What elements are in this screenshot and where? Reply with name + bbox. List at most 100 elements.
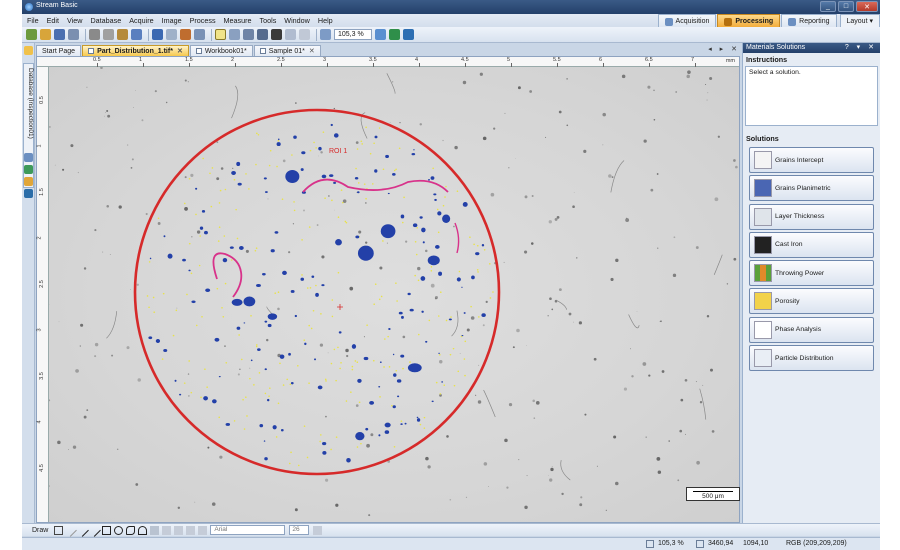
background-speck — [319, 343, 324, 347]
menu-view[interactable]: View — [67, 16, 82, 25]
redo-icon[interactable] — [166, 29, 177, 40]
zoom-out-icon[interactable] — [320, 29, 331, 40]
panel-controls[interactable]: ? ▾ ✕ — [845, 43, 877, 53]
fill-color-icon[interactable] — [150, 525, 160, 535]
solution-cast-iron[interactable]: Cast Iron — [749, 231, 874, 258]
open-folder-icon[interactable] — [40, 29, 51, 40]
maximize-button[interactable]: □ — [838, 1, 854, 12]
fit-to-window-icon[interactable] — [389, 29, 400, 40]
close-window-button[interactable]: ✕ — [856, 1, 878, 12]
solution-porosity[interactable]: Porosity — [749, 288, 874, 315]
image-icon[interactable] — [131, 29, 142, 40]
background-speck — [425, 456, 429, 461]
polygon-tool-icon[interactable] — [126, 525, 136, 535]
rectangle-select-icon[interactable] — [229, 29, 240, 40]
menu-acquire[interactable]: Acquire — [129, 16, 153, 25]
arrow-tool-icon[interactable] — [88, 523, 102, 537]
rectangle-tool-icon[interactable] — [102, 525, 112, 535]
select-arrow-icon[interactable] — [215, 29, 226, 40]
tab-scroll-controls[interactable]: ◂ ▸ ✕ — [708, 45, 740, 53]
close-tab-icon[interactable]: ✕ — [177, 47, 183, 55]
solution-grains-intercept[interactable]: Grains Intercept — [749, 147, 874, 173]
save-all-icon[interactable] — [68, 29, 79, 40]
copy-icon[interactable] — [103, 29, 114, 40]
menu-help[interactable]: Help — [318, 16, 333, 25]
folder-icon[interactable] — [24, 177, 33, 186]
hand-pan-icon[interactable] — [257, 29, 268, 40]
zoom-level-field[interactable]: 105,3 % — [334, 29, 372, 40]
background-speck — [358, 230, 362, 234]
background-speck — [602, 112, 606, 117]
mode-processing[interactable]: Processing — [717, 14, 781, 28]
pen-color-icon[interactable] — [162, 525, 172, 535]
menu-database[interactable]: Database — [90, 16, 121, 25]
mode-reporting[interactable]: Reporting — [781, 14, 837, 28]
camera-snapshot-icon[interactable] — [180, 29, 191, 40]
print-icon[interactable] — [89, 29, 100, 40]
magnify-icon[interactable] — [243, 29, 254, 40]
solution-layer-thickness[interactable]: Layer Thickness — [749, 203, 874, 230]
ellipse-tool-icon[interactable] — [114, 525, 124, 535]
tab-part-distribution[interactable]: Part_Distribution_1.tif* ✕ — [82, 45, 189, 56]
background-speck — [530, 242, 534, 245]
tab-workbook01[interactable]: Workbook01* — [189, 45, 253, 56]
status-x: 3460,94 — [708, 540, 734, 547]
line-width-icon[interactable] — [186, 525, 196, 535]
detected-particle — [163, 348, 168, 353]
minimize-button[interactable]: _ — [820, 1, 836, 12]
solution-throwing-power[interactable]: Throwing Power — [749, 260, 874, 287]
menu-window[interactable]: Window — [284, 16, 310, 25]
detected-particle — [392, 405, 396, 409]
image-viewer[interactable]: mm 0.5 1 1.5 2 2.5 3 3.5 4 4.5 5 5.5 6 6.5 7 0.5 1 1.5 2… — [36, 56, 740, 523]
zoom-in-icon[interactable] — [375, 29, 386, 40]
small-particle — [401, 221, 404, 224]
solution-phase-analysis[interactable]: Phase Analysis — [749, 316, 874, 343]
gallery-icon[interactable] — [24, 153, 33, 162]
save-icon[interactable] — [54, 29, 65, 40]
font-family-field[interactable]: Arial — [210, 525, 286, 535]
background-speck — [282, 159, 286, 163]
menu-edit[interactable]: Edit — [47, 16, 59, 25]
font-size-field[interactable]: 26 — [289, 525, 310, 535]
menu-tools[interactable]: Tools — [260, 16, 277, 25]
solution-grains-planimetric[interactable]: Grains Planimetric — [749, 175, 874, 202]
line-style-icon[interactable] — [174, 525, 184, 535]
tab-start-page[interactable]: Start Page — [36, 45, 82, 56]
rotate-icon[interactable] — [285, 29, 296, 40]
solution-particle-distribution[interactable]: Particle Distribution — [749, 345, 874, 372]
select-tool-icon[interactable] — [54, 525, 64, 535]
dropdown-icon[interactable] — [194, 29, 205, 40]
scratch-line — [386, 73, 396, 94]
small-particle — [400, 420, 403, 422]
layout-dropdown[interactable]: Layout ▾ — [839, 14, 880, 28]
menu-measure[interactable]: Measure — [224, 16, 252, 25]
small-particle — [358, 401, 361, 404]
properties-icon[interactable] — [24, 165, 33, 174]
mode-acquisition[interactable]: Acquisition — [657, 14, 717, 28]
flip-icon[interactable] — [299, 29, 310, 40]
arrow-style-icon[interactable] — [198, 525, 208, 535]
full-screen-icon[interactable] — [403, 29, 414, 40]
tab-sample01[interactable]: Sample 01* ✕ — [253, 45, 321, 56]
database-icon[interactable] — [24, 46, 33, 55]
menu-image[interactable]: Image — [162, 16, 182, 25]
background-speck — [211, 502, 216, 506]
arc-tool-icon[interactable] — [138, 525, 148, 535]
text-color-icon[interactable] — [313, 525, 323, 535]
crop-icon[interactable] — [271, 29, 282, 40]
info-icon[interactable] — [24, 189, 33, 198]
background-speck — [77, 171, 79, 174]
background-speck — [686, 74, 690, 79]
micrograph-image[interactable]: ROI 1 — [49, 67, 739, 522]
paste-icon[interactable] — [117, 29, 128, 40]
background-speck — [573, 321, 574, 323]
background-speck — [118, 205, 122, 209]
menu-process[interactable]: Process — [190, 16, 216, 25]
new-icon[interactable] — [26, 29, 37, 40]
menu-file[interactable]: File — [27, 16, 39, 25]
small-particle — [221, 306, 223, 309]
small-particle — [324, 378, 327, 381]
undo-icon[interactable] — [152, 29, 163, 40]
small-particle — [322, 131, 325, 133]
close-tab-icon[interactable]: ✕ — [309, 47, 315, 55]
